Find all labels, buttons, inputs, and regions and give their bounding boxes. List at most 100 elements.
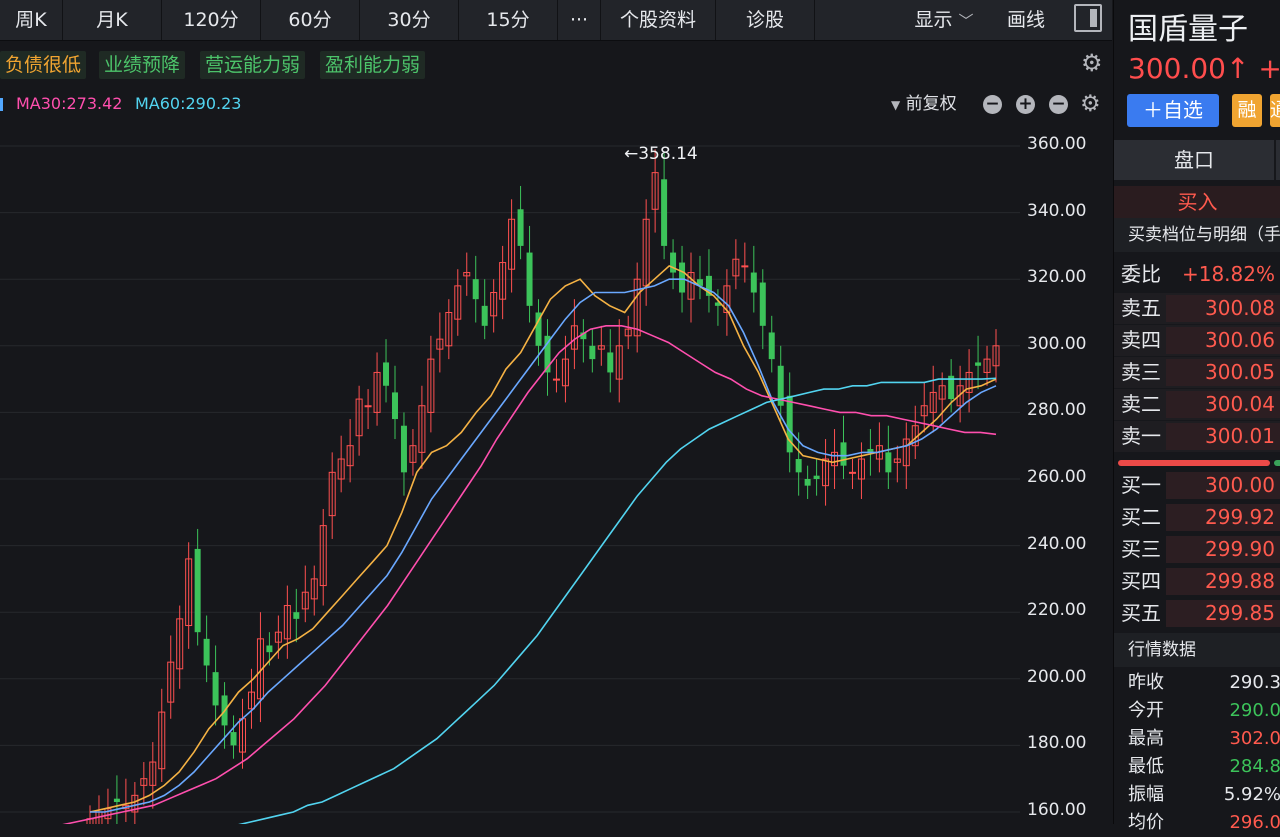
display-label: 显示: [914, 9, 953, 31]
adjust-dropdown[interactable]: ▼ 前复权: [891, 92, 957, 116]
tab-order-book[interactable]: 盘口: [1114, 140, 1274, 180]
margin-badge[interactable]: 融: [1232, 94, 1262, 127]
candle-body: [661, 179, 668, 246]
ask-price: 300.05: [1205, 360, 1275, 384]
candle-body: [194, 548, 201, 633]
tab-15min[interactable]: 15分: [459, 0, 558, 40]
zoom-out-icon[interactable]: −: [983, 95, 1002, 114]
candle-body: [383, 362, 390, 386]
ask-row[interactable]: 卖一 300.01: [1114, 421, 1280, 452]
candle-body: [795, 459, 802, 473]
candle-body: [266, 645, 273, 653]
depth-section-header: 买卖档位与明细（手: [1114, 218, 1280, 252]
y-tick-label: 340.00: [1027, 200, 1087, 221]
candle-body: [517, 209, 524, 246]
ask-row[interactable]: 卖五 300.08: [1114, 293, 1280, 324]
draw-line-button[interactable]: 画线: [994, 0, 1058, 40]
bid-price: 299.90: [1205, 537, 1275, 561]
tab-monthly-k[interactable]: 月K: [63, 0, 162, 40]
ask-label: 卖一: [1121, 424, 1161, 448]
display-dropdown[interactable]: 显示 ﹀: [898, 0, 990, 40]
collapse-icon[interactable]: −: [1049, 95, 1068, 114]
chart-grid: [0, 145, 1020, 813]
bid-label: 买二: [1121, 505, 1161, 529]
candlestick-chart[interactable]: ←358.14: [0, 122, 1112, 824]
bid-row[interactable]: 买三 299.90: [1114, 534, 1280, 565]
candle-body: [759, 282, 766, 326]
candle-body: [589, 345, 596, 360]
quote-value: 5.92%: [1223, 784, 1280, 805]
tab-60min[interactable]: 60分: [261, 0, 360, 40]
ma-legend-marker: [0, 92, 6, 116]
quote-panel: 国盾量子 300.00↑ +9 ＋自选 融 通 盘口 买入 买卖档位与明细（手 …: [1113, 0, 1280, 833]
candle-body: [293, 612, 300, 619]
ask-row[interactable]: 卖四 300.06: [1114, 325, 1280, 356]
sidebar-toggle-icon[interactable]: [1074, 4, 1102, 32]
candle-body: [741, 265, 749, 268]
candle-body: [679, 262, 686, 293]
tab-weekly-k[interactable]: 周K: [0, 0, 63, 40]
ask-price: 300.01: [1205, 424, 1275, 448]
tag-earnings-decline[interactable]: 业绩预降: [99, 51, 186, 79]
period-tab-bar: 周K 月K 120分 60分 30分 15分 ··· 个股资料 诊股 显示 ﹀ …: [0, 0, 1112, 41]
y-tick-label: 160.00: [1027, 800, 1087, 820]
candle-body: [364, 405, 372, 408]
candle-body: [472, 279, 479, 300]
quote-value: 296.0: [1229, 812, 1280, 833]
tab-company-profile[interactable]: 个股资料: [601, 0, 716, 40]
bid-price: 299.85: [1205, 601, 1275, 625]
tab-secondary[interactable]: [1276, 140, 1280, 180]
settings-gear-icon[interactable]: ⚙: [1081, 49, 1103, 77]
y-tick-label: 260.00: [1027, 467, 1087, 487]
quote-value: 290.0: [1229, 700, 1280, 721]
ask-price: 300.08: [1205, 296, 1275, 320]
bid-label: 买三: [1121, 537, 1161, 561]
tag-weak-profit[interactable]: 盈利能力弱: [320, 51, 426, 79]
add-favorite-button[interactable]: ＋自选: [1127, 94, 1219, 127]
candle-body: [230, 732, 237, 746]
candle-body: [840, 442, 847, 466]
ask-row[interactable]: 卖二 300.04: [1114, 389, 1280, 420]
connect-badge[interactable]: 通: [1270, 94, 1280, 127]
chart-settings-gear-icon[interactable]: ⚙: [1080, 91, 1101, 117]
bid-price: 299.92: [1205, 505, 1275, 529]
candle-body: [400, 425, 407, 473]
bid-row[interactable]: 买二 299.92: [1114, 502, 1280, 533]
candle-body: [212, 672, 219, 706]
quote-label: 最低: [1128, 756, 1164, 777]
quote-row: 今开 290.0: [1114, 697, 1280, 725]
ask-label: 卖二: [1121, 392, 1161, 416]
ask-row[interactable]: 卖三 300.05: [1114, 357, 1280, 388]
y-tick-label: 300.00: [1027, 333, 1087, 354]
candle-body: [526, 252, 533, 306]
buy-button[interactable]: 买入: [1114, 186, 1280, 218]
candles-layer: [86, 149, 1000, 824]
quote-value: 290.3: [1229, 672, 1280, 693]
bid-ask-ratio-bar: [1118, 460, 1270, 466]
bid-label: 买一: [1121, 473, 1161, 497]
quote-label: 均价: [1128, 812, 1164, 833]
y-tick-label: 200.00: [1027, 666, 1087, 687]
bid-row[interactable]: 买四 299.88: [1114, 566, 1280, 597]
tab-30min[interactable]: 30分: [360, 0, 459, 40]
candle-body: [391, 392, 398, 420]
candle-body: [975, 362, 982, 366]
ask-label: 卖三: [1121, 360, 1161, 384]
bid-price: 299.88: [1205, 569, 1275, 593]
candle-body: [203, 638, 210, 666]
tab-more[interactable]: ···: [558, 0, 601, 40]
chevron-down-icon: ▼: [891, 98, 901, 112]
quote-row: 均价 296.0: [1114, 809, 1280, 837]
tab-diagnosis[interactable]: 诊股: [716, 0, 815, 40]
zoom-in-icon[interactable]: +: [1016, 95, 1035, 114]
stock-tag-row: 负债很低 业绩预降 营运能力弱 盈利能力弱 ⚙: [0, 45, 1112, 85]
stock-name: 国盾量子: [1128, 12, 1248, 47]
tag-weak-operation[interactable]: 营运能力弱: [200, 51, 306, 79]
quote-label: 最高: [1128, 728, 1164, 749]
tab-120min[interactable]: 120分: [162, 0, 261, 40]
stock-price: 300.00↑ +9: [1128, 52, 1280, 85]
y-tick-label: 280.00: [1027, 400, 1087, 421]
bid-row[interactable]: 买五 299.85: [1114, 598, 1280, 629]
bid-row[interactable]: 买一 300.00: [1114, 470, 1280, 501]
tag-low-debt[interactable]: 负债很低: [0, 51, 87, 79]
